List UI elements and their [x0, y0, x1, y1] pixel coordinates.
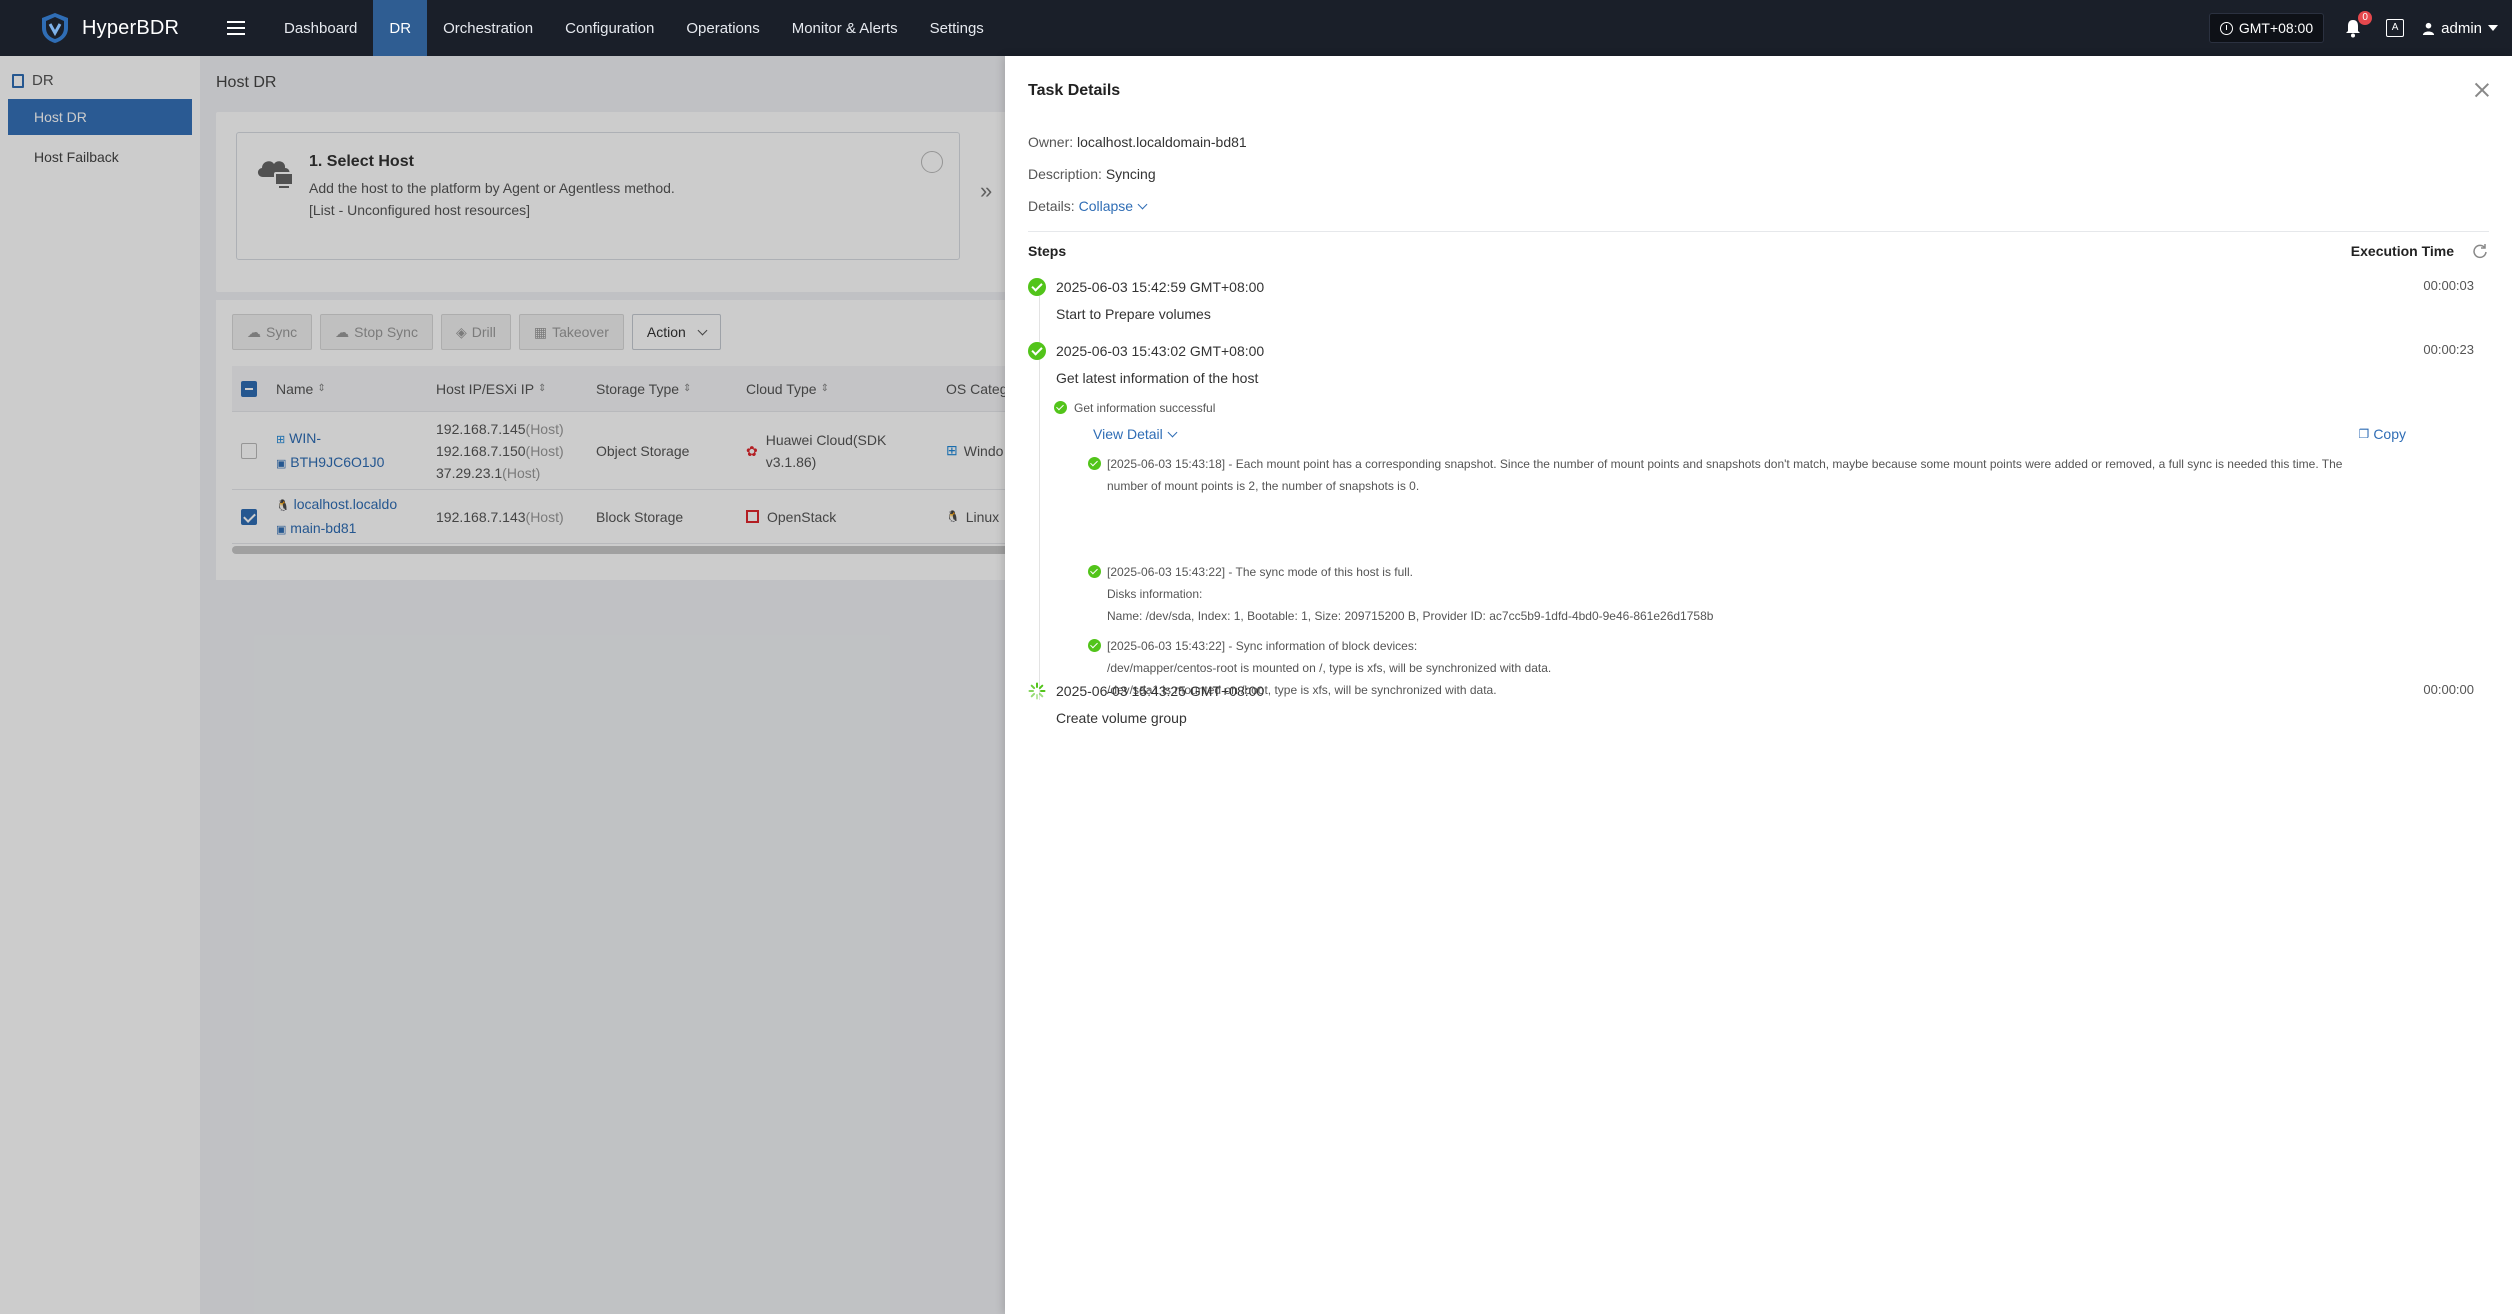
language-icon[interactable]: A	[2386, 19, 2405, 37]
copy-icon: ❐	[2358, 427, 2370, 441]
nav-orchestration[interactable]: Orchestration	[427, 0, 549, 56]
view-detail-toggle[interactable]: View Detail	[1093, 426, 1178, 442]
owner-value: localhost.localdomain-bd81	[1077, 134, 1247, 150]
notification-bell[interactable]: 0	[2342, 11, 2373, 39]
log-line: Name: /dev/sda, Index: 1, Bootable: 1, S…	[1107, 609, 1714, 623]
check-circle-icon	[1088, 565, 1101, 578]
details-label: Details:	[1028, 198, 1075, 214]
log-line: [2025-06-03 15:43:22] - The sync mode of…	[1107, 565, 1413, 579]
check-circle-icon	[1054, 401, 1067, 414]
collapse-toggle[interactable]: Collapse	[1078, 198, 1148, 214]
copy-button[interactable]: ❐ Copy	[2359, 426, 2406, 442]
task-details-drawer: Task Details Owner: localhost.localdomai…	[1005, 56, 2512, 1314]
description-value: Syncing	[1105, 166, 1156, 182]
log-line: [2025-06-03 15:43:18] - Each mount point…	[1107, 457, 2343, 471]
log-entry: [2025-06-03 15:43:18] - Each mount point…	[1088, 453, 2418, 497]
notification-badge: 0	[2358, 11, 2373, 25]
drawer-title: Task Details	[1028, 82, 1121, 99]
nav-monitor-alerts[interactable]: Monitor & Alerts	[776, 0, 914, 56]
user-menu[interactable]: admin	[2422, 20, 2498, 37]
timezone-label: GMT+08:00	[2238, 20, 2314, 36]
nav-settings[interactable]: Settings	[914, 0, 1000, 56]
step-duration: 00:00:00	[2423, 682, 2474, 697]
step-time: 2025-06-03 15:42:59 GMT+08:00	[1056, 279, 1265, 295]
app-name: HyperBDR	[82, 16, 180, 39]
user-icon	[2423, 22, 2435, 35]
nav-operations[interactable]: Operations	[670, 0, 775, 56]
clock-icon	[2219, 21, 2233, 35]
menu-toggle-icon[interactable]	[214, 0, 258, 56]
log-line: [2025-06-03 15:43:22] - Sync information…	[1107, 639, 1418, 653]
log-line: Disks information:	[1107, 587, 1203, 601]
check-circle-icon	[1088, 457, 1101, 470]
step-duration: 00:00:03	[2423, 278, 2474, 293]
top-nav-bar: HyperBDR Dashboard DR Orchestration Conf…	[0, 0, 2512, 56]
step-item: 2025-06-03 15:43:25 GMT+08:00 Create vol…	[1028, 682, 2474, 732]
check-circle-icon	[1028, 278, 1046, 296]
chevron-down-icon	[2488, 25, 2498, 31]
collapse-label: Collapse	[1078, 198, 1134, 214]
steps-header: Steps	[1028, 243, 1067, 259]
nav-dr[interactable]: DR	[373, 0, 428, 56]
step-name: Start to Prepare volumes	[1056, 306, 1211, 322]
step-name: Create volume group	[1056, 710, 1187, 726]
description-label: Description:	[1028, 166, 1102, 182]
step-time: 2025-06-03 15:43:02 GMT+08:00	[1056, 343, 1265, 359]
chevron-down-icon	[1137, 199, 1148, 210]
owner-row: Owner: localhost.localdomain-bd81	[1028, 134, 1247, 150]
step-name: Get latest information of the host	[1056, 370, 1259, 386]
execution-time-header: Execution Time	[2350, 243, 2454, 259]
user-name: admin	[2441, 19, 2482, 37]
step-item: 2025-06-03 15:42:59 GMT+08:00 Start to P…	[1028, 278, 2474, 328]
nav-dashboard[interactable]: Dashboard	[268, 0, 373, 56]
log-entry: [2025-06-03 15:43:22] - The sync mode of…	[1088, 561, 2418, 627]
substep-label: Get information successful	[1074, 401, 1216, 415]
main-nav: Dashboard DR Orchestration Configuration…	[268, 0, 1000, 56]
timezone-selector[interactable]: GMT+08:00	[2208, 13, 2325, 43]
shield-logo-icon	[42, 13, 68, 43]
log-line: number of mount points is 2, the number …	[1107, 479, 1420, 493]
check-circle-icon	[1028, 342, 1046, 360]
copy-label: Copy	[2373, 426, 2406, 442]
step-duration: 00:00:23	[2423, 342, 2474, 357]
divider	[1028, 231, 2489, 232]
nav-configuration[interactable]: Configuration	[549, 0, 670, 56]
substep: Get information successful	[1054, 397, 1215, 419]
check-circle-icon	[1088, 639, 1101, 652]
app-logo[interactable]: HyperBDR	[0, 11, 206, 45]
loading-spinner-icon	[1028, 682, 1046, 700]
chevron-down-icon	[1167, 427, 1178, 438]
step-time: 2025-06-03 15:43:25 GMT+08:00	[1056, 683, 1265, 699]
close-icon[interactable]	[2472, 80, 2492, 100]
view-detail-label: View Detail	[1093, 426, 1163, 442]
modal-mask[interactable]	[0, 56, 1005, 1314]
refresh-icon[interactable]	[2472, 243, 2488, 259]
owner-label: Owner:	[1028, 134, 1074, 150]
log-line: /dev/mapper/centos-root is mounted on /,…	[1107, 661, 1552, 675]
description-row: Description: Syncing	[1028, 166, 1156, 182]
details-row: Details: Collapse	[1028, 198, 1148, 214]
